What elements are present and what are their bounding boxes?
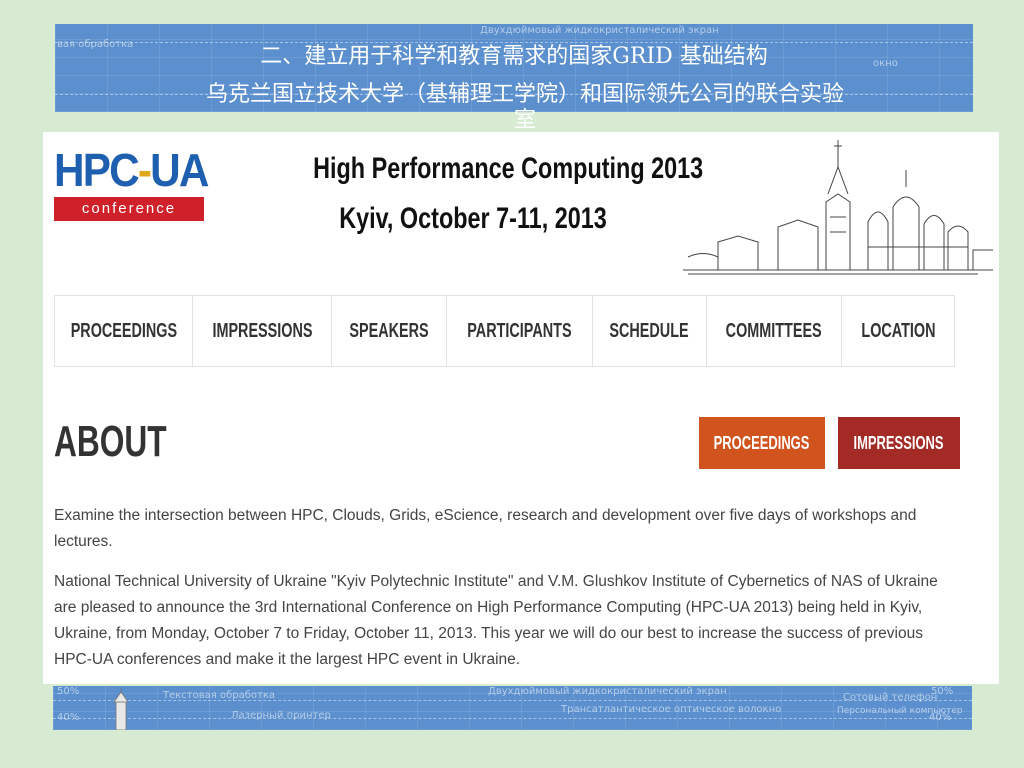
banner-bg-text: Лазерный принтер: [231, 710, 331, 721]
conference-webpage: HPC-UA conference High Performance Compu…: [43, 132, 999, 684]
tower-icon: [113, 688, 129, 730]
banner-bg-text: 50%: [931, 686, 954, 697]
conference-title-line2: Kyiv, October 7-11, 2013: [339, 202, 607, 235]
banner-bg-text: 40%: [57, 712, 80, 723]
nav-location[interactable]: LOCATION: [842, 296, 954, 366]
banner-bg-text: 50%: [57, 686, 80, 697]
main-nav: PROCEEDINGS IMPRESSIONS SPEAKERS PARTICI…: [54, 295, 955, 367]
slide-title-line2-text: 乌克兰国立技术大学（基辅理工学院）和国际领先公司的联合实验: [205, 82, 844, 107]
banner-bg-text: Трансатлантическое оптическое волокно: [561, 704, 782, 715]
conference-title-line1: High Performance Computing 2013: [313, 152, 704, 185]
logo-subtitle: conference: [54, 197, 204, 221]
impressions-button[interactable]: IMPRESSIONS: [838, 417, 960, 469]
slide-title: 二、建立用于科学和教育需求的国家GRID 基础结构 乌克兰国立技术大学（基辅理工…: [55, 38, 973, 132]
section-title: ABOUT: [54, 417, 167, 466]
proceedings-button[interactable]: PROCEEDINGS: [699, 417, 825, 469]
nav-committees[interactable]: COMMITTEES: [707, 296, 842, 366]
nav-schedule[interactable]: SCHEDULE: [593, 296, 707, 366]
slide-title-line2-tail: 室: [513, 108, 536, 133]
hpc-ua-logo[interactable]: HPC-UA conference: [54, 144, 209, 221]
about-paragraph-2: National Technical University of Ukraine…: [54, 573, 938, 668]
nav-impressions[interactable]: IMPRESSIONS: [193, 296, 332, 366]
banner-bg-text: Сотовый телефон: [843, 692, 938, 703]
about-paragraph-1: Examine the intersection between HPC, Cl…: [54, 507, 917, 550]
cathedral-drawing-icon: [683, 140, 993, 275]
banner-bg-text: Текстовая обработка: [163, 690, 275, 701]
banner-bg-text: 40%: [929, 712, 952, 723]
banner-bg-text: Двухдюймовый жидкокристалический экран: [480, 25, 719, 36]
slide-title-line1: 二、建立用于科学和教育需求的国家GRID 基础结构: [260, 44, 768, 69]
nav-speakers[interactable]: SPEAKERS: [332, 296, 447, 366]
nav-proceedings[interactable]: PROCEEDINGS: [55, 296, 193, 366]
banner-bg-text: Двухдюймовый жидкокристалический экран: [488, 686, 727, 697]
logo-wordmark: HPC-UA: [54, 144, 209, 196]
nav-participants[interactable]: PARTICIPANTS: [447, 296, 593, 366]
footer-banner: 50% 40% Текстовая обработка Лазерный при…: [53, 686, 972, 730]
banner-grid-line: [53, 718, 972, 719]
slide-title-line2: 乌克兰国立技术大学（基辅理工学院）和国际领先公司的联合实验 室: [55, 76, 973, 132]
conference-title: High Performance Computing 2013 Kyiv, Oc…: [313, 144, 704, 244]
